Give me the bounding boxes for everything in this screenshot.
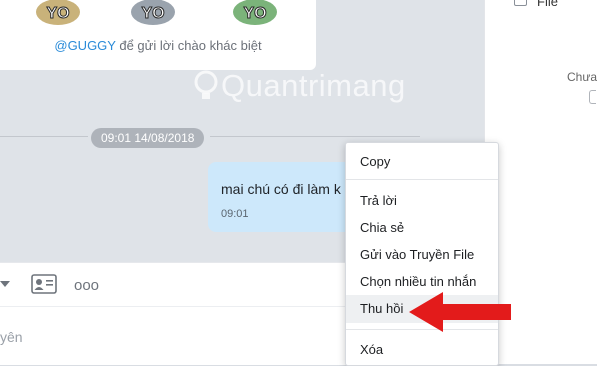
sticker-yo-2-label: YO <box>141 5 164 22</box>
date-divider-right <box>210 136 420 137</box>
sticker-yo-1[interactable]: YO <box>33 0 83 28</box>
message-input-placeholder: yên <box>0 329 23 345</box>
menu-item-copy[interactable]: Copy <box>346 148 498 176</box>
menu-item-delete[interactable]: Xóa <box>346 336 498 364</box>
message-time: 09:01 <box>221 208 249 220</box>
menu-item-reply[interactable]: Trả lời <box>346 187 498 215</box>
sticker-yo-3-label: YO <box>243 5 266 22</box>
red-arrow-annotation-icon <box>409 292 511 332</box>
guggy-hint: @GUGGY để gửi lời chào khác biệt <box>0 38 316 53</box>
panel-status-text: Chưa <box>567 70 597 84</box>
message-bubble[interactable]: mai chú có đi làm k 09:01 <box>208 162 368 232</box>
sticker-yo-1-label: YO <box>46 5 69 22</box>
bulb-logo-icon <box>194 70 218 99</box>
menu-item-share-label: Chia sẻ <box>360 220 405 235</box>
file-checkbox[interactable] <box>514 0 527 6</box>
sticker-yo-2[interactable]: YO <box>128 0 178 28</box>
sticker-message-card: YO YO YO @GUGGY để gửi lời chào khác biệ… <box>0 0 316 70</box>
file-tab-label[interactable]: File <box>537 0 558 9</box>
menu-item-share[interactable]: Chia sẻ <box>346 214 498 242</box>
chevron-down-icon[interactable] <box>0 281 10 287</box>
sticker-yo-3[interactable]: YO <box>230 0 280 28</box>
quantrimang-watermark: Quantrimang <box>193 62 433 112</box>
menu-item-copy-label: Copy <box>360 154 391 169</box>
menu-item-send-to-file-transfer-label: Gửi vào Truyền File <box>360 247 475 262</box>
menu-item-delete-label: Xóa <box>360 342 384 357</box>
message-text: mai chú có đi làm k <box>221 181 341 197</box>
menu-separator <box>346 179 498 180</box>
date-divider-left <box>0 136 88 137</box>
panel-bracket-icon <box>589 90 596 104</box>
menu-item-reply-label: Trả lời <box>360 193 397 208</box>
menu-item-select-multiple-label: Chọn nhiều tin nhắn <box>360 274 477 289</box>
more-options-icon[interactable]: ooo <box>74 277 99 294</box>
contact-card-icon[interactable] <box>31 274 57 294</box>
guggy-hint-text: để gửi lời chào khác biệt <box>115 38 262 53</box>
menu-item-recall-label: Thu hồi <box>360 301 404 316</box>
date-separator: 09:01 14/08/2018 <box>91 128 205 148</box>
watermark-text: Quantrimang <box>221 68 406 103</box>
menu-item-send-to-file-transfer[interactable]: Gửi vào Truyền File <box>346 241 498 269</box>
guggy-mention-link[interactable]: @GUGGY <box>54 38 115 53</box>
